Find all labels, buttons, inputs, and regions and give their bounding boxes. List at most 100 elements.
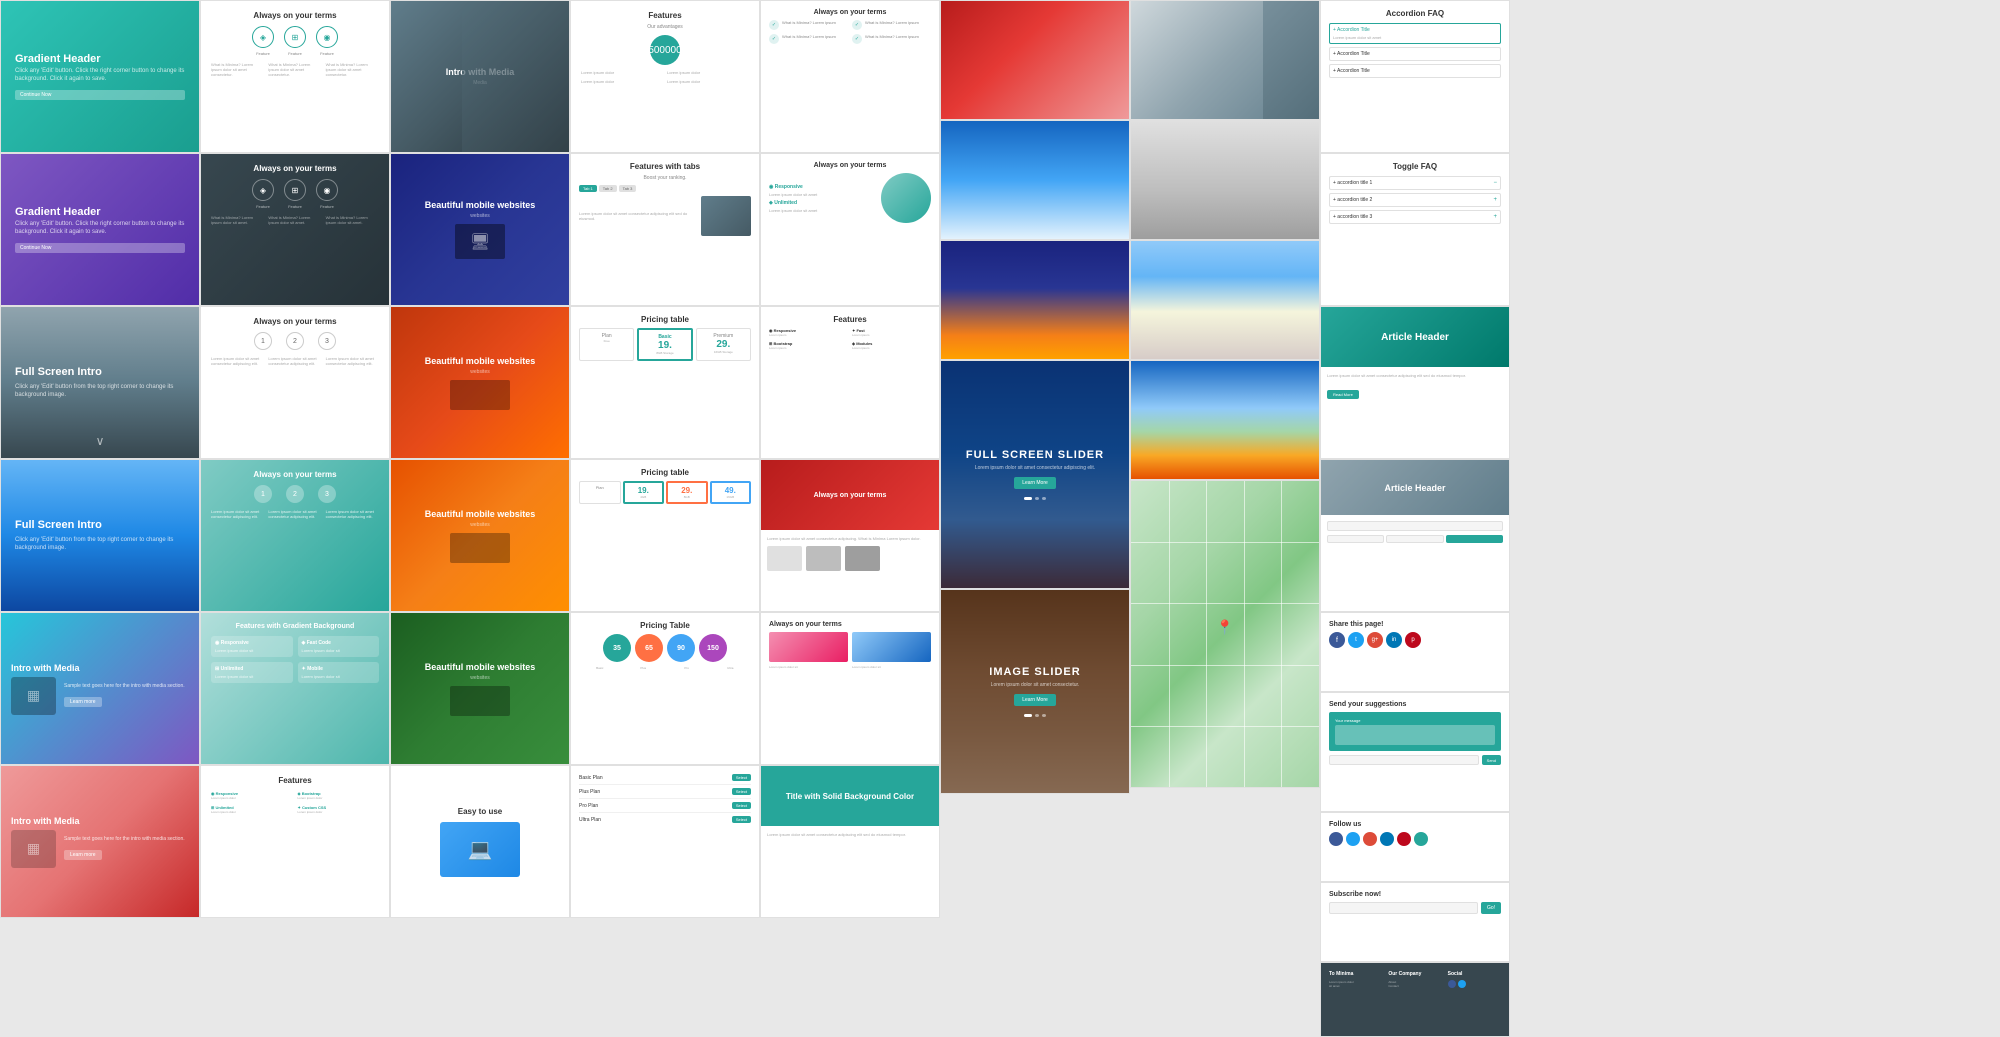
thumbnail-footer[interactable]: To Minima Lorem ipsum dolor sit amet Our… [1320,962,1510,1037]
social-twitter[interactable]: t [1348,632,1364,648]
tab-3[interactable]: Tab 3 [619,185,637,192]
dark-icon-1: ◈ [252,179,274,201]
article-filter-input[interactable] [1327,521,1503,531]
article-header-btn-teal[interactable]: Read More [1327,390,1359,399]
suggestions-name[interactable] [1329,755,1479,765]
thumbnail-pricing-list[interactable]: Basic Plan Select Plus Plan Select Pro P… [570,765,760,918]
thumbnail-col5-1[interactable]: Always on your terms ✓ What is Minima? L… [760,0,940,153]
subscribe-email[interactable] [1329,902,1478,914]
follow-gp[interactable] [1363,832,1377,846]
subscribe-btn[interactable]: Go! [1481,902,1501,914]
thumbnail-article-header-teal[interactable]: Article Header Lorem ipsum dolor sit ame… [1320,306,1510,459]
thumbnail-col5-2[interactable]: Always on your terms ◉ Responsive Lorem … [760,153,940,306]
price-list-btn-2[interactable]: Select [732,788,751,795]
thumbnail-gradient-header-purple[interactable]: Gradient Header Click any 'Edit' button.… [0,153,200,306]
thumbnail-gradient-header-teal[interactable]: Gradient Header Click any 'Edit' button.… [0,0,200,153]
gradient-header-text-1: Click any 'Edit' button. Click the right… [15,68,185,84]
features-circles-title: Features [581,11,749,20]
social-linkedin[interactable]: in [1386,632,1402,648]
thumbnail-col7-4[interactable] [1130,360,1320,480]
tab-active-1[interactable]: Tab 1 [579,185,597,192]
thumbnail-col7-2[interactable] [1130,120,1320,240]
thumbnail-col5-features[interactable]: Features ◉ Responsive Lorem ipsum ✦ Fast… [760,306,940,459]
thumbnail-col5-img1[interactable]: Always on your terms Lorem ipsum dolor s… [760,459,940,612]
thumbnail-accordion-faq[interactable]: Accordion FAQ + Accordion Title Lorem ip… [1320,0,1510,153]
thumbnail-image-slider[interactable]: IMAGE SLIDER Lorem ipsum dolor sit amet … [940,589,1130,794]
suggestions-submit[interactable]: Send [1482,755,1501,765]
social-google[interactable]: g+ [1367,632,1383,648]
thumbnail-always-terms-white-1[interactable]: Always on your terms ◈ Feature ⊞ Feature… [200,0,390,153]
mobile-green-sub: websites [425,675,536,681]
continue-btn-2[interactable]: Continue Now [15,243,185,253]
article-col-submit[interactable] [1446,535,1503,543]
price-list-btn-3[interactable]: Select [732,802,751,809]
thumbnail-always-terms-dark[interactable]: Always on your terms ◈ Feature ⊞ Feature… [200,153,390,306]
thumbnail-subscribe[interactable]: Subscribe now! Go! [1320,882,1510,962]
thumbnail-share[interactable]: Share this page! f t g+ in p [1320,612,1510,692]
intro-media-btn-1[interactable]: Learn more [64,697,102,707]
thumbnail-mobile-orange[interactable]: Beautiful mobile websites websites [390,459,570,612]
thumbnail-photo-building[interactable] [940,120,1130,240]
gradient-header-title-1: Gradient Header [15,53,185,65]
fss-btn[interactable]: Learn More [1014,477,1056,489]
thumbnail-fullscreen-intro-gray[interactable]: Full Screen Intro Click any 'Edit' butto… [0,306,200,459]
thumbnail-pricing-4col[interactable]: Pricing table Plan 19. 4GB 29. 8GB 49. 1… [570,459,760,612]
col5-feat-title: ◉ Responsive [769,184,875,190]
thumbnail-intro-media-2[interactable]: Intro with Media ▦ Sample text goes here… [0,765,200,918]
suggestions-textarea[interactable] [1335,725,1495,745]
feat-grad-desc-1: Lorem ipsum dolor sit [215,648,289,653]
social-pinterest[interactable]: p [1405,632,1421,648]
laptop-display: 💻 [440,822,520,877]
price-list-btn-4[interactable]: Select [732,816,751,823]
thumbnail-features-white[interactable]: Features ◉ Responsive Lorem ipsum dolor … [200,765,390,918]
thumbnail-features-tabs[interactable]: Features with tabs Boost your ranking. T… [570,153,760,306]
continue-btn-1[interactable]: Continue Now [15,90,185,100]
thumbnail-full-screen-slider[interactable]: FULL SCREEN SLIDER Lorem ipsum dolor sit… [940,360,1130,589]
thumbnail-send-suggestions[interactable]: Send your suggestions Your message Send [1320,692,1510,812]
thumbnail-col5-img2[interactable]: Always on your terms Lorem ipsum dolor s… [760,612,940,765]
thumbnail-pricing-3col[interactable]: Pricing table Plan Free Basic 19. 8GB St… [570,306,760,459]
map-marker: 📍 [1216,619,1233,636]
thumbnail-toggle-faq[interactable]: Toggle FAQ + accordion title 1 − + accor… [1320,153,1510,306]
thumbnail-title-solid-bg[interactable]: Title with Solid Background Color Lorem … [760,765,940,918]
features-gradient-title: Features with Gradient Background [211,623,379,630]
thumbnail-mobile-sunset[interactable]: Beautiful mobile websites websites [390,306,570,459]
follow-li[interactable] [1380,832,1394,846]
is-btn[interactable]: Learn More [1014,694,1056,706]
social-facebook[interactable]: f [1329,632,1345,648]
intro-media-btn-2[interactable]: Learn more [64,850,102,860]
thumbnail-easy-to-use[interactable]: Easy to use 💻 [390,765,570,918]
mobile-sunset-sub: websites [425,369,536,375]
footer-social-tw[interactable] [1458,980,1466,988]
follow-pi[interactable] [1397,832,1411,846]
thumbnail-intro-media-arch[interactable]: Intro with Media Media [390,0,570,153]
thumbnail-col7-3[interactable] [1130,240,1320,360]
thumbnail-intro-media-1[interactable]: Intro with Media ▦ Sample text goes here… [0,612,200,765]
thumbnail-always-terms-teal[interactable]: Always on your terms 1 2 3 Lorem ipsum d… [200,459,390,612]
thumbnail-follow-us[interactable]: Follow us [1320,812,1510,882]
thumbnail-mobile-dark[interactable]: Beautiful mobile websites websites 🖥 [390,153,570,306]
thumbnail-features-circles[interactable]: Features Our advantages 500000 Lorem ips… [570,0,760,153]
thumbnail-always-terms-numbered-white[interactable]: Always on your terms 1 2 3 Lorem ipsum d… [200,306,390,459]
accordion-item-2: + Accordion Title [1333,51,1497,57]
follow-tw[interactable] [1346,832,1360,846]
thumbnail-article-header-white[interactable]: Article Header [1320,459,1510,612]
follow-yt[interactable] [1414,832,1428,846]
features-white-title: Features [211,776,379,785]
toggle-item-2: + accordion title 2 [1333,197,1372,203]
thumbnail-map[interactable]: 📍 [1130,480,1320,788]
thumbnail-mobile-green[interactable]: Beautiful mobile websites websites [390,612,570,765]
thumbnail-pricing-stats[interactable]: Pricing Table 35 65 90 150 Basic Plus Pr… [570,612,760,765]
thumbnail-photo-arch[interactable] [940,0,1130,120]
thumbnail-fullscreen-intro-blue[interactable]: Full Screen Intro Click any 'Edit' butto… [0,459,200,612]
price-list-item-4: Ultra Plan [579,817,601,823]
follow-fb[interactable] [1329,832,1343,846]
thumbnail-features-gradient[interactable]: Features with Gradient Background ◉ Resp… [200,612,390,765]
feat-grad-item-1: ◉ Responsive [215,640,289,646]
tab-2[interactable]: Tab 2 [599,185,617,192]
thumbnail-col7-1[interactable] [1130,0,1320,120]
price-list-btn-1[interactable]: Select [732,774,751,781]
thumbnail-photo-city[interactable] [940,240,1130,360]
footer-social-fb[interactable] [1448,980,1456,988]
feat-grad-desc-4: Lorem ipsum dolor sit [302,674,376,679]
